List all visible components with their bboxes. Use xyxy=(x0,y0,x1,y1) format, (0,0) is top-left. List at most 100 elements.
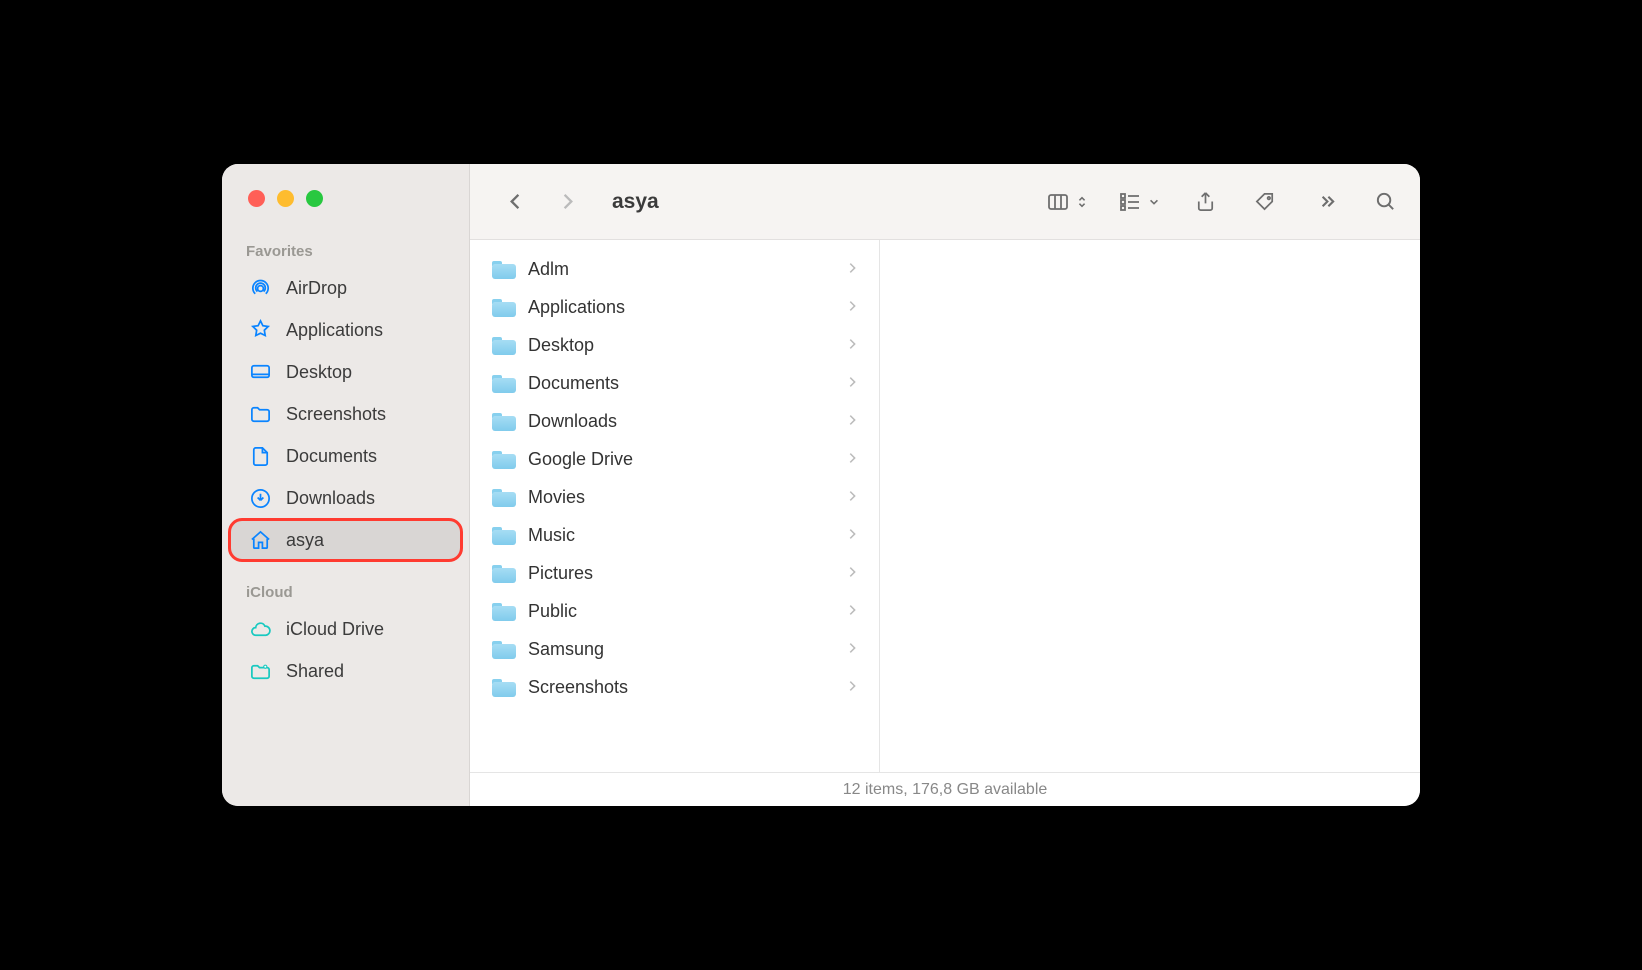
file-item[interactable]: Adlm xyxy=(470,250,879,288)
sidebar-item-label: Applications xyxy=(286,320,383,341)
sidebar-item-label: asya xyxy=(286,530,324,551)
sidebar-section-favorites: Favorites AirDrop Applications Desktop xyxy=(222,235,469,562)
more-button[interactable] xyxy=(1310,184,1340,220)
sidebar-item-applications[interactable]: Applications xyxy=(230,310,461,350)
file-item-label: Documents xyxy=(528,373,619,394)
forward-button[interactable] xyxy=(552,184,582,220)
chevron-right-icon xyxy=(847,259,857,280)
sidebar-item-label: Desktop xyxy=(286,362,352,383)
file-item[interactable]: Documents xyxy=(470,364,879,402)
folder-icon xyxy=(492,487,516,507)
shared-folder-icon xyxy=(248,659,272,683)
chevron-right-icon xyxy=(847,525,857,546)
sidebar-item-shared[interactable]: Shared xyxy=(230,651,461,691)
chevron-right-icon xyxy=(847,449,857,470)
folder-icon xyxy=(492,335,516,355)
file-item-label: Desktop xyxy=(528,335,594,356)
column-1[interactable] xyxy=(880,240,1420,772)
chevron-right-icon xyxy=(847,677,857,698)
sidebar-item-label: AirDrop xyxy=(286,278,347,299)
sidebar-item-screenshots[interactable]: Screenshots xyxy=(230,394,461,434)
cloud-icon xyxy=(248,617,272,641)
file-item[interactable]: Music xyxy=(470,516,879,554)
chevron-right-icon xyxy=(847,563,857,584)
sidebar-item-label: iCloud Drive xyxy=(286,619,384,640)
airdrop-icon xyxy=(248,276,272,300)
folder-icon xyxy=(492,639,516,659)
sidebar-item-label: Screenshots xyxy=(286,404,386,425)
fullscreen-button[interactable] xyxy=(306,190,323,207)
sidebar-item-desktop[interactable]: Desktop xyxy=(230,352,461,392)
folder-icon xyxy=(492,677,516,697)
file-item-label: Public xyxy=(528,601,577,622)
status-text: 12 items, 176,8 GB available xyxy=(843,781,1048,799)
file-item-label: Music xyxy=(528,525,575,546)
search-button[interactable] xyxy=(1370,184,1400,220)
file-item[interactable]: Downloads xyxy=(470,402,879,440)
file-item[interactable]: Public xyxy=(470,592,879,630)
group-by-button[interactable] xyxy=(1118,190,1160,214)
window-title: asya xyxy=(612,190,659,214)
tags-button[interactable] xyxy=(1250,184,1280,220)
file-item-label: Applications xyxy=(528,297,625,318)
chevron-right-icon xyxy=(847,297,857,318)
file-item-label: Downloads xyxy=(528,411,617,432)
folder-icon xyxy=(492,563,516,583)
close-button[interactable] xyxy=(248,190,265,207)
folder-icon xyxy=(492,259,516,279)
file-item[interactable]: Movies xyxy=(470,478,879,516)
view-mode-columns-button[interactable] xyxy=(1046,190,1088,214)
sidebar: Favorites AirDrop Applications Desktop xyxy=(222,164,470,806)
sidebar-item-asya[interactable]: asya xyxy=(230,520,461,560)
chevron-right-icon xyxy=(847,373,857,394)
home-icon xyxy=(248,528,272,552)
chevron-right-icon xyxy=(847,639,857,660)
sidebar-item-label: Documents xyxy=(286,446,377,467)
file-item[interactable]: Applications xyxy=(470,288,879,326)
folder-icon xyxy=(492,449,516,469)
sidebar-item-documents[interactable]: Documents xyxy=(230,436,461,476)
sidebar-header-icloud: iCloud xyxy=(222,576,469,607)
document-icon xyxy=(248,444,272,468)
traffic-lights xyxy=(222,190,469,235)
file-item-label: Pictures xyxy=(528,563,593,584)
chevron-right-icon xyxy=(847,335,857,356)
toolbar: asya xyxy=(470,164,1420,240)
folder-icon xyxy=(492,525,516,545)
folder-icon xyxy=(492,297,516,317)
chevron-right-icon xyxy=(847,411,857,432)
desktop-icon xyxy=(248,360,272,384)
sidebar-item-icloud-drive[interactable]: iCloud Drive xyxy=(230,609,461,649)
file-item[interactable]: Desktop xyxy=(470,326,879,364)
sidebar-item-label: Shared xyxy=(286,661,344,682)
downloads-icon xyxy=(248,486,272,510)
file-item[interactable]: Google Drive xyxy=(470,440,879,478)
folder-icon xyxy=(492,411,516,431)
finder-window: Favorites AirDrop Applications Desktop xyxy=(222,164,1420,806)
chevron-right-icon xyxy=(847,601,857,622)
chevron-right-icon xyxy=(847,487,857,508)
apps-icon xyxy=(248,318,272,342)
file-item[interactable]: Samsung xyxy=(470,630,879,668)
file-item-label: Samsung xyxy=(528,639,604,660)
file-item[interactable]: Screenshots xyxy=(470,668,879,706)
status-bar: 12 items, 176,8 GB available xyxy=(470,772,1420,806)
sidebar-item-airdrop[interactable]: AirDrop xyxy=(230,268,461,308)
share-button[interactable] xyxy=(1190,184,1220,220)
toolbar-right xyxy=(1046,184,1400,220)
sidebar-header-favorites: Favorites xyxy=(222,235,469,266)
column-0[interactable]: Adlm Applications Desktop Documents Download… xyxy=(470,240,880,772)
folder-icon xyxy=(492,601,516,621)
minimize-button[interactable] xyxy=(277,190,294,207)
file-item[interactable]: Pictures xyxy=(470,554,879,592)
sidebar-section-icloud: iCloud iCloud Drive Shared xyxy=(222,576,469,693)
sidebar-item-label: Downloads xyxy=(286,488,375,509)
folder-icon xyxy=(492,373,516,393)
back-button[interactable] xyxy=(500,184,530,220)
main-area: asya xyxy=(470,164,1420,806)
folder-icon xyxy=(248,402,272,426)
file-item-label: Screenshots xyxy=(528,677,628,698)
column-view: Adlm Applications Desktop Documents Download… xyxy=(470,240,1420,772)
sidebar-item-downloads[interactable]: Downloads xyxy=(230,478,461,518)
file-item-label: Google Drive xyxy=(528,449,633,470)
